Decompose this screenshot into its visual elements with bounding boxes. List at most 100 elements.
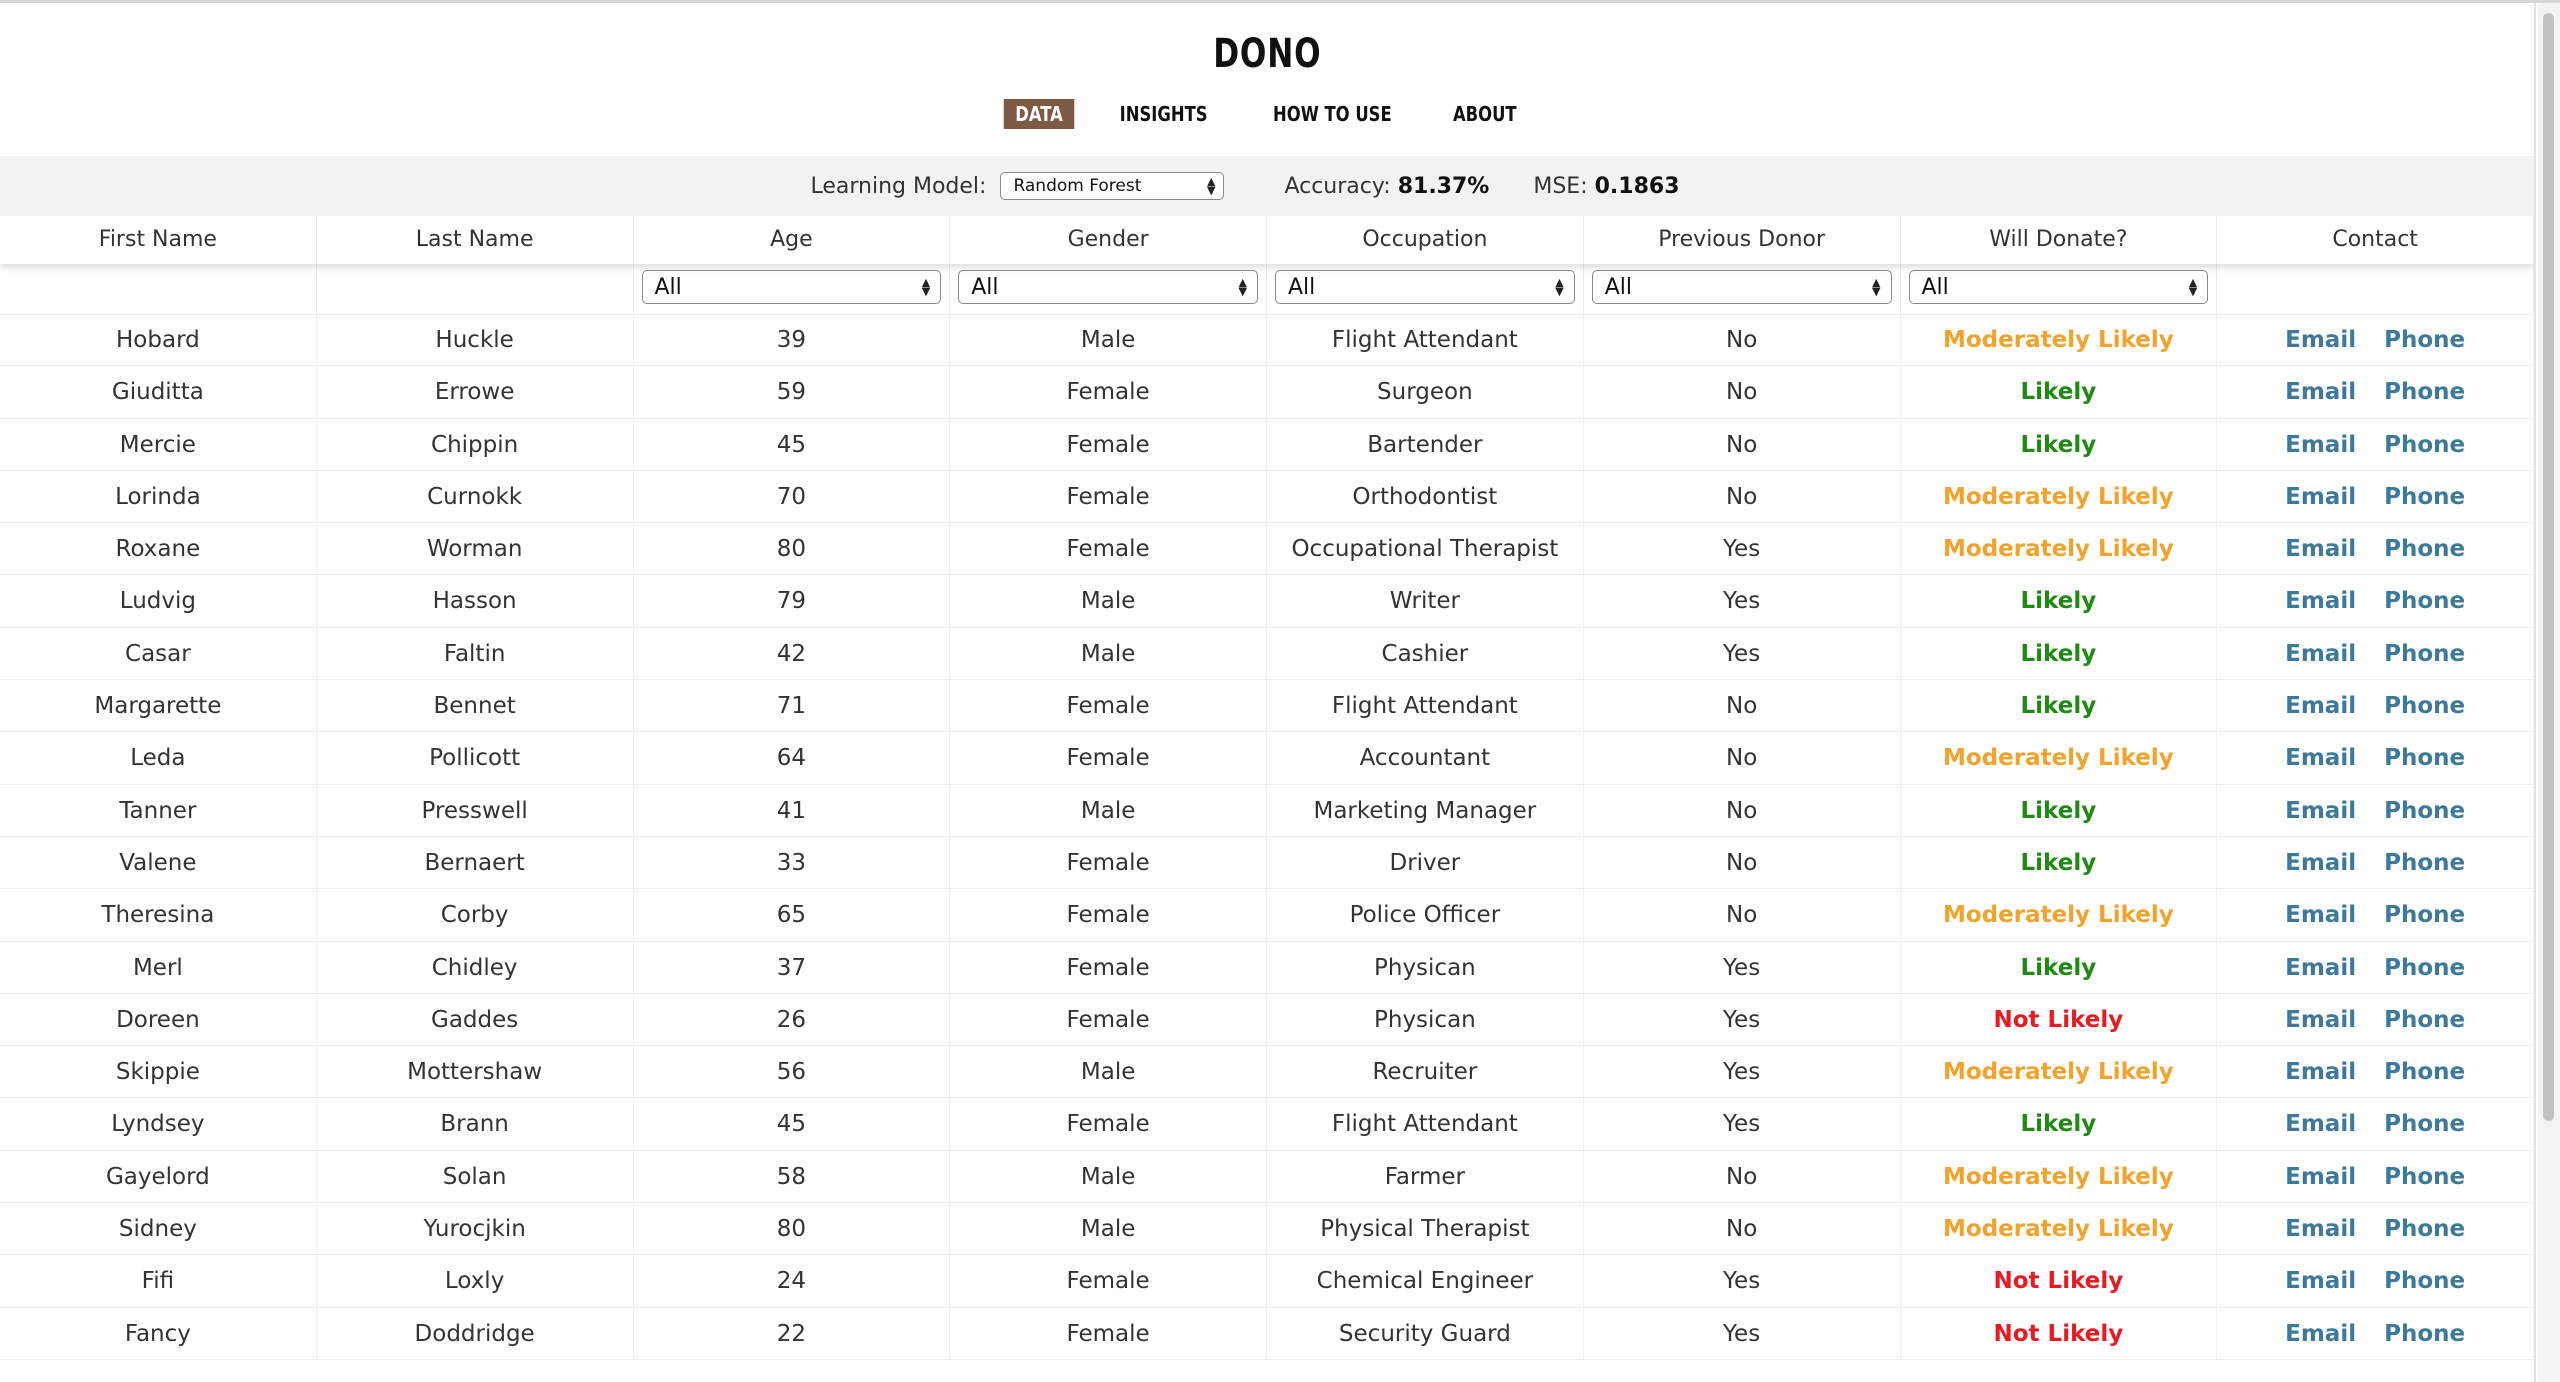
email-link[interactable]: Email xyxy=(2285,575,2356,626)
phone-link[interactable]: Phone xyxy=(2384,889,2465,940)
phone-link[interactable]: Phone xyxy=(2384,1151,2465,1202)
email-link[interactable]: Email xyxy=(2285,471,2356,522)
tab-insights[interactable]: INSIGHTS xyxy=(1108,99,1219,129)
phone-link[interactable]: Phone xyxy=(2384,523,2465,574)
table-row: Merl Chidley 37 Female Physican Yes Likely Emai… xyxy=(0,941,2534,994)
table-row: Skippie Mottershaw 56 Male Recruiter Yes Moder… xyxy=(0,1046,2534,1099)
table-row: Fancy Doddridge 22 Female Security Guard Yes N… xyxy=(0,1307,2534,1360)
cell-previous-donor: Yes xyxy=(1584,941,1901,993)
column-header-contact[interactable]: Contact xyxy=(2217,216,2534,264)
cell-occupation: Security Guard xyxy=(1267,1307,1584,1359)
phone-link[interactable]: Phone xyxy=(2384,419,2465,470)
phone-link[interactable]: Phone xyxy=(2384,471,2465,522)
table-row: Roxane Worman 80 Female Occupational Therapi… xyxy=(0,523,2534,576)
cell-contact: Email Phone xyxy=(2217,627,2534,680)
column-header-occupation[interactable]: Occupation xyxy=(1267,216,1584,264)
table-row: Giuditta Errowe 59 Female Surgeon No Likely Ema… xyxy=(0,366,2534,419)
cell-last-name: Chidley xyxy=(317,941,634,993)
column-header-age[interactable]: Age xyxy=(634,216,951,264)
phone-link[interactable]: Phone xyxy=(2384,1255,2465,1306)
phone-link[interactable]: Phone xyxy=(2384,1046,2465,1097)
email-link[interactable]: Email xyxy=(2285,994,2356,1045)
cell-will-donate: Moderately Likely xyxy=(1901,1046,2218,1098)
cell-first-name: Merl xyxy=(0,941,317,993)
email-link[interactable]: Email xyxy=(2285,1151,2356,1202)
scrollbar-thumb[interactable] xyxy=(2543,13,2554,1121)
tab-data[interactable]: DATA xyxy=(1003,99,1075,129)
email-link[interactable]: Email xyxy=(2285,1098,2356,1149)
email-link[interactable]: Email xyxy=(2285,732,2356,783)
occupation-filter-select[interactable]: All ▲ ▼ xyxy=(1275,270,1575,304)
cell-first-name: Lyndsey xyxy=(0,1098,317,1150)
age-filter-select[interactable]: All ▲ ▼ xyxy=(641,270,942,304)
phone-link[interactable]: Phone xyxy=(2384,366,2465,417)
cell-first-name: Fancy xyxy=(0,1307,317,1359)
filter-cell-previous-donor: All ▲ ▼ xyxy=(1584,264,1901,314)
phone-link[interactable]: Phone xyxy=(2384,994,2465,1045)
column-header-last-name[interactable]: Last Name xyxy=(317,216,634,264)
cell-gender: Female xyxy=(950,836,1267,889)
column-header-previous-donor[interactable]: Previous Donor xyxy=(1584,216,1901,264)
phone-link[interactable]: Phone xyxy=(2384,1203,2465,1254)
cell-gender: Female xyxy=(950,889,1267,941)
phone-link[interactable]: Phone xyxy=(2384,942,2465,993)
cell-first-name: Tanner xyxy=(0,784,317,836)
email-link[interactable]: Email xyxy=(2285,523,2356,574)
select-arrows-icon: ▲ ▼ xyxy=(1238,276,1247,298)
cell-will-donate: Moderately Likely xyxy=(1901,732,2218,784)
email-link[interactable]: Email xyxy=(2285,628,2356,679)
email-link[interactable]: Email xyxy=(2285,1046,2356,1097)
cell-first-name: Casar xyxy=(0,627,317,680)
cell-gender: Female xyxy=(950,941,1267,993)
phone-link[interactable]: Phone xyxy=(2384,785,2465,836)
phone-link[interactable]: Phone xyxy=(2384,314,2465,365)
cell-age: 24 xyxy=(634,1255,951,1307)
column-header-will-donate[interactable]: Will Donate? xyxy=(1901,216,2218,264)
email-link[interactable]: Email xyxy=(2285,1203,2356,1254)
cell-will-donate: Moderately Likely xyxy=(1901,1203,2218,1255)
phone-link[interactable]: Phone xyxy=(2384,732,2465,783)
cell-gender: Female xyxy=(950,993,1267,1046)
phone-link[interactable]: Phone xyxy=(2384,1308,2465,1359)
cell-last-name: Yurocjkin xyxy=(317,1203,634,1255)
cell-previous-donor: No xyxy=(1584,1150,1901,1203)
email-link[interactable]: Email xyxy=(2285,680,2356,731)
page-scrollbar[interactable] xyxy=(2538,3,2560,1382)
phone-link[interactable]: Phone xyxy=(2384,628,2465,679)
email-link[interactable]: Email xyxy=(2285,366,2356,417)
cell-occupation: Physican xyxy=(1267,993,1584,1046)
cell-occupation: Physican xyxy=(1267,941,1584,993)
cell-will-donate: Moderately Likely xyxy=(1901,470,2218,523)
email-link[interactable]: Email xyxy=(2285,942,2356,993)
gender-filter-select[interactable]: All ▲ ▼ xyxy=(958,270,1258,304)
phone-link[interactable]: Phone xyxy=(2384,1098,2465,1149)
column-header-gender[interactable]: Gender xyxy=(950,216,1267,264)
phone-link[interactable]: Phone xyxy=(2384,680,2465,731)
accuracy-metric: Accuracy: 81.37% xyxy=(1284,174,1489,199)
mse-label: MSE: xyxy=(1533,173,1588,199)
phone-link[interactable]: Phone xyxy=(2384,837,2465,888)
email-link[interactable]: Email xyxy=(2285,314,2356,365)
will-donate-filter-select[interactable]: All ▲ ▼ xyxy=(1908,270,2209,304)
table-row: Valene Bernaert 33 Female Driver No Likely Emai… xyxy=(0,836,2534,890)
app-content: DONO DATA INSIGHTS HOW TO USE ABOUT Lear… xyxy=(0,3,2536,1382)
email-link[interactable]: Email xyxy=(2285,837,2356,888)
column-header-first-name[interactable]: First Name xyxy=(0,216,317,264)
table-row: Lorinda Curnokk 70 Female Orthodontist No Mode… xyxy=(0,470,2534,524)
email-link[interactable]: Email xyxy=(2285,419,2356,470)
email-link[interactable]: Email xyxy=(2285,889,2356,940)
model-select[interactable]: Random Forest ▲ ▼ xyxy=(1000,172,1225,200)
tab-about[interactable]: ABOUT xyxy=(1442,99,1529,129)
email-link[interactable]: Email xyxy=(2285,1255,2356,1306)
cell-age: 26 xyxy=(634,993,951,1046)
email-link[interactable]: Email xyxy=(2285,1308,2356,1359)
previous-donor-filter-select[interactable]: All ▲ ▼ xyxy=(1591,270,1892,304)
phone-link[interactable]: Phone xyxy=(2384,575,2465,626)
cell-occupation: Driver xyxy=(1267,836,1584,889)
tab-how-to-use[interactable]: HOW TO USE xyxy=(1261,99,1403,129)
filter-cell-will-donate: All ▲ ▼ xyxy=(1901,264,2218,314)
cell-occupation: Farmer xyxy=(1267,1150,1584,1203)
previous-donor-filter-value: All xyxy=(1604,274,1633,300)
email-link[interactable]: Email xyxy=(2285,785,2356,836)
cell-will-donate: Likely xyxy=(1901,418,2218,470)
